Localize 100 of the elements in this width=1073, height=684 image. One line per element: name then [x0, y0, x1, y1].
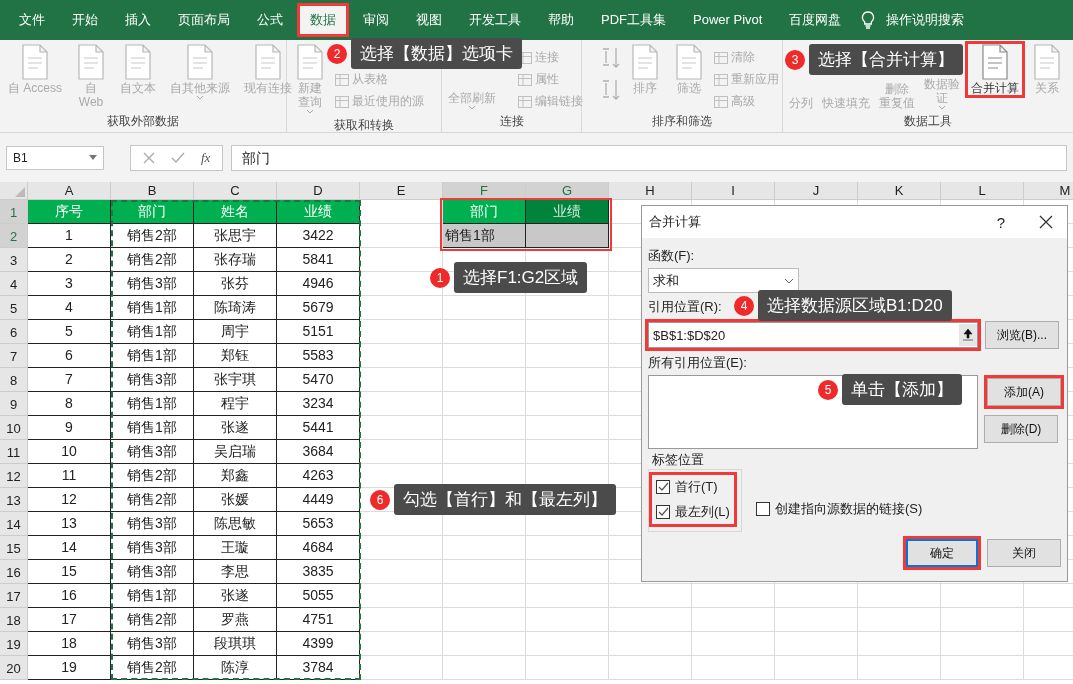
table-cell: 张思宇 — [194, 224, 277, 248]
header-cell: 部门 — [111, 200, 194, 224]
table-cell: 张存瑞 — [194, 248, 277, 272]
column-header[interactable]: M — [1024, 182, 1073, 200]
checkbox-option[interactable]: 首行(T) — [656, 478, 730, 496]
instruction-tooltip: 选择【合并计算】 — [809, 44, 963, 75]
ribbon-tab[interactable]: 审阅 — [353, 6, 399, 34]
row-header[interactable]: 3 — [0, 248, 28, 272]
table-cell: 销售3部 — [111, 632, 194, 656]
row-header[interactable]: 18 — [0, 608, 28, 632]
add-button[interactable]: 添加(A) — [987, 378, 1061, 406]
caret-icon — [468, 105, 476, 110]
table-cell: 销售3部 — [111, 560, 194, 584]
row-header[interactable]: 4 — [0, 272, 28, 296]
header-cell: 部门 — [443, 200, 526, 224]
row-header[interactable]: 2 — [0, 224, 28, 248]
row-header[interactable]: 12 — [0, 464, 28, 488]
help-button[interactable]: ? — [996, 213, 1005, 231]
ribbon-tab[interactable]: 开始 — [62, 6, 108, 34]
column-header[interactable]: K — [858, 182, 941, 200]
row-header[interactable]: 9 — [0, 392, 28, 416]
checkbox-option[interactable]: 创建指向源数据的链接(S) — [755, 500, 923, 532]
lightbulb-icon — [861, 11, 876, 29]
ribbon-tab[interactable]: 帮助 — [538, 6, 584, 34]
ribbon-button[interactable]: 合并计算 — [968, 44, 1022, 95]
column-header[interactable]: J — [775, 182, 858, 200]
ribbon-tab[interactable]: PDF工具集 — [591, 6, 676, 34]
table-cell: 5151 — [277, 320, 360, 344]
insert-function-button[interactable]: fx — [201, 149, 211, 166]
row-header[interactable]: 10 — [0, 416, 28, 440]
reference-field[interactable]: $B$1:$D$20 — [648, 322, 978, 348]
ribbon-tab[interactable]: 文件 — [9, 6, 55, 34]
column-header[interactable]: E — [360, 182, 443, 200]
ribbon-tab[interactable]: Power Pivot — [683, 6, 773, 34]
row-header[interactable]: 5 — [0, 296, 28, 320]
document-icon — [630, 44, 660, 80]
close-icon[interactable] — [1039, 215, 1053, 229]
header-cell: 业绩 — [277, 200, 360, 224]
row-header[interactable]: 11 — [0, 440, 28, 464]
ribbon-group-label: 获取外部数据 — [106, 113, 180, 130]
table-cell: 5653 — [277, 512, 360, 536]
column-header[interactable]: A — [28, 182, 111, 200]
checkmark-icon — [657, 506, 669, 518]
table-cell: 销售3部 — [111, 512, 194, 536]
caret-icon — [784, 277, 794, 284]
table-cell: 4684 — [277, 536, 360, 560]
table-cell: 15 — [28, 560, 111, 584]
browse-button[interactable]: 浏览(B)... — [985, 321, 1059, 349]
collapse-icon[interactable] — [959, 324, 977, 346]
ribbon-tab[interactable]: 数据 — [300, 6, 346, 34]
row-header[interactable]: 15 — [0, 536, 28, 560]
row-header[interactable]: 16 — [0, 560, 28, 584]
ribbon-tab[interactable]: 公式 — [247, 6, 293, 34]
ribbon-tab[interactable]: 页面布局 — [168, 6, 240, 34]
row-header[interactable]: 7 — [0, 344, 28, 368]
row-header[interactable]: 17 — [0, 584, 28, 608]
document-icon — [20, 44, 50, 80]
column-header[interactable]: B — [111, 182, 194, 200]
table-cell: 8 — [28, 392, 111, 416]
row-header[interactable]: 14 — [0, 512, 28, 536]
name-box[interactable]: B1 — [6, 145, 104, 170]
row-header[interactable]: 8 — [0, 368, 28, 392]
ribbon-tab[interactable]: 百度网盘 — [779, 6, 852, 34]
select-all-button[interactable] — [0, 182, 28, 200]
row-header[interactable]: 6 — [0, 320, 28, 344]
column-header[interactable]: D — [277, 182, 360, 200]
ribbon-tab[interactable]: 开发工具 — [459, 6, 531, 34]
function-dropdown[interactable]: 求和 — [648, 268, 799, 293]
table-icon — [518, 73, 532, 86]
checkmark-icon — [657, 481, 669, 493]
table-cell: 13 — [28, 512, 111, 536]
table-cell: 3835 — [277, 560, 360, 584]
ribbon-tab[interactable]: 插入 — [115, 6, 161, 34]
checkbox-option[interactable]: 最左列(L) — [656, 503, 730, 521]
table-cell: 17 — [28, 608, 111, 632]
formula-field[interactable]: 部门 — [231, 144, 1067, 171]
column-header[interactable]: I — [692, 182, 775, 200]
ribbon-group-label: 连接 — [498, 113, 525, 130]
checkmark-icon[interactable] — [171, 151, 185, 164]
row-header[interactable]: 19 — [0, 632, 28, 656]
column-header[interactable]: C — [194, 182, 277, 200]
table-cell: 4 — [28, 296, 111, 320]
row-header[interactable]: 20 — [0, 656, 28, 680]
row-header[interactable]: 1 — [0, 200, 28, 224]
document-icon — [1032, 44, 1062, 80]
column-header[interactable]: H — [609, 182, 692, 200]
ribbon-tab[interactable]: 视图 — [406, 6, 452, 34]
table-cell: 5441 — [277, 416, 360, 440]
table-cell: 销售3部 — [111, 536, 194, 560]
row-header[interactable]: 13 — [0, 488, 28, 512]
instruction-tooltip: 选择F1:G2区域 — [454, 262, 588, 293]
tell-me-search[interactable]: 操作说明搜索 — [876, 6, 975, 34]
cancel-icon[interactable] — [143, 151, 155, 164]
table-cell: 销售2部 — [111, 488, 194, 512]
delete-button[interactable]: 删除(D) — [984, 415, 1058, 443]
close-button[interactable]: 关闭 — [987, 539, 1061, 567]
column-header[interactable]: L — [941, 182, 1024, 200]
table-cell: 销售1部 — [111, 344, 194, 368]
ok-button[interactable]: 确定 — [906, 539, 978, 567]
instruction-tooltip: 勾选【首行】和【最左列】 — [394, 484, 616, 515]
